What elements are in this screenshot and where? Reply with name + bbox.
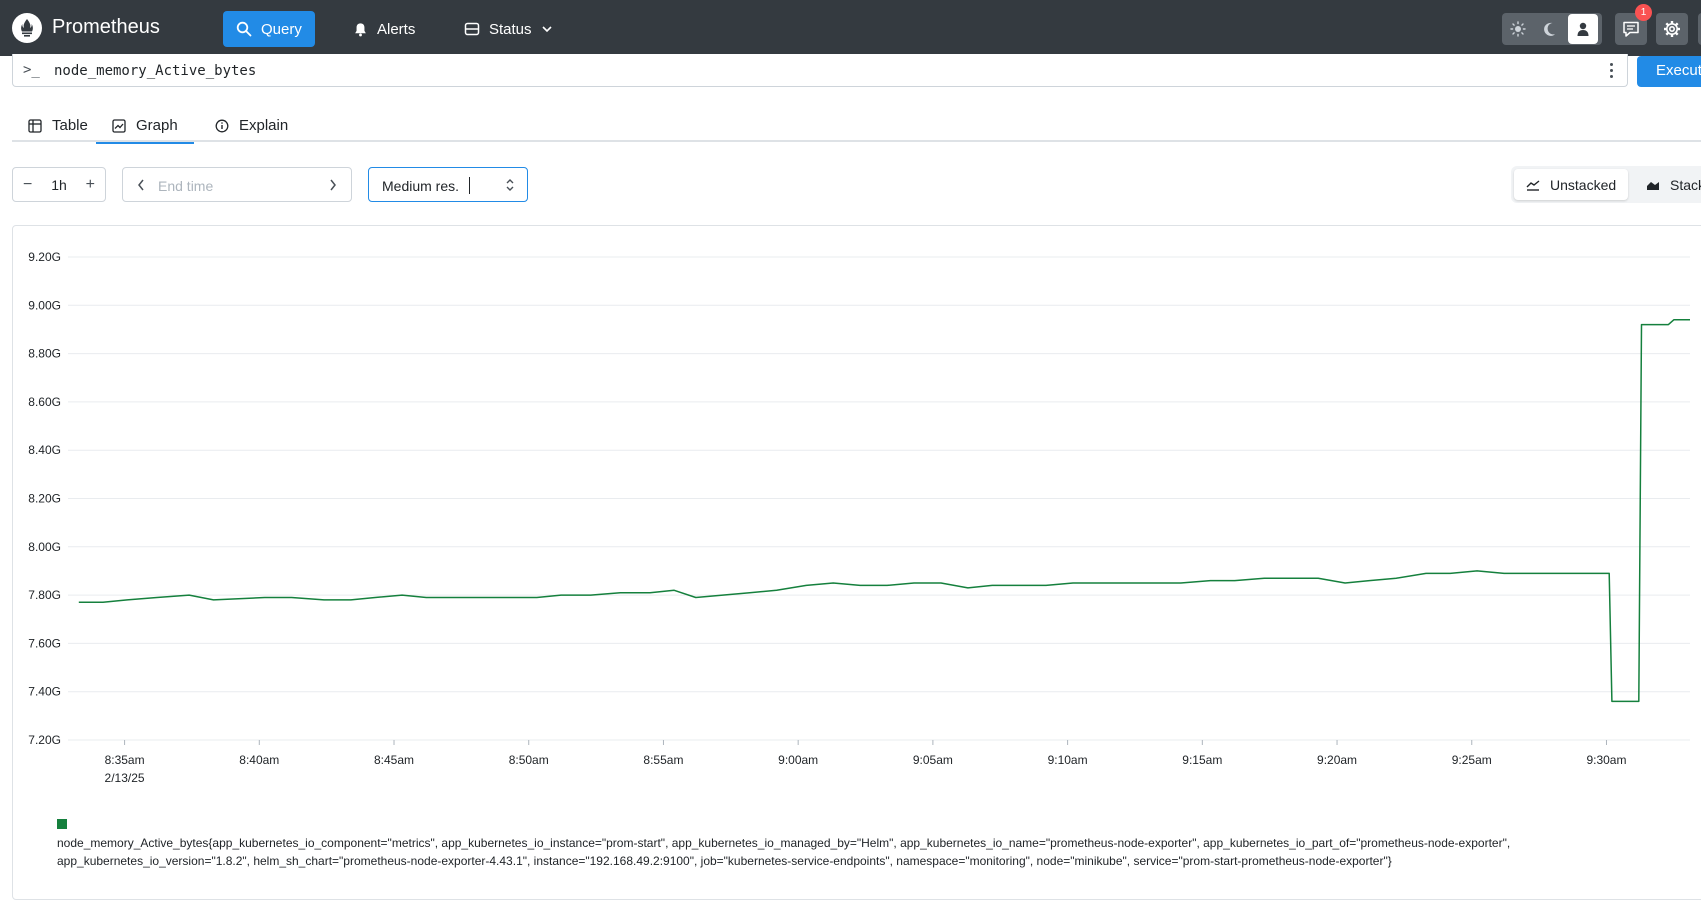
line-chart[interactable]: 9.20G 9.00G 8.80G 8.60G 8.40G 8.20G 8.00G 7.80G… xyxy=(0,0,1701,889)
x-tick-label: 8:50am xyxy=(509,753,549,767)
x-tick-label: 9:20am xyxy=(1317,753,1357,767)
y-tick-label: 8.00G xyxy=(28,540,61,554)
y-tick-label: 8.60G xyxy=(28,395,61,409)
y-tick-label: 8.80G xyxy=(28,347,61,361)
x-tick-label: 8:55am xyxy=(643,753,683,767)
series-line xyxy=(78,319,1690,703)
x-tick-label: 9:00am xyxy=(778,753,818,767)
x-tick-date-label: 2/13/25 xyxy=(105,771,145,785)
x-tick-label: 9:10am xyxy=(1048,753,1088,767)
y-tick-label: 7.40G xyxy=(28,685,61,699)
y-tick-label: 9.20G xyxy=(28,250,61,264)
x-tick-label: 9:15am xyxy=(1182,753,1222,767)
y-tick-label: 8.20G xyxy=(28,492,61,506)
x-tick-label: 9:30am xyxy=(1586,753,1626,767)
y-tick-label: 7.80G xyxy=(28,588,61,602)
legend-series-label[interactable]: node_memory_Active_bytes{app_kubernetes_… xyxy=(57,834,1677,870)
x-tick-label: 9:05am xyxy=(913,753,953,767)
x-tick-label: 8:40am xyxy=(239,753,279,767)
y-tick-label: 7.60G xyxy=(28,636,61,650)
y-tick-label: 7.20G xyxy=(28,733,61,747)
legend-series-swatch[interactable] xyxy=(57,819,67,829)
x-tick-label: 8:45am xyxy=(374,753,414,767)
x-tick-label: 9:25am xyxy=(1452,753,1492,767)
y-tick-label: 9.00G xyxy=(28,298,61,312)
x-tick-label: 8:35am xyxy=(105,753,145,767)
y-tick-label: 8.40G xyxy=(28,443,61,457)
